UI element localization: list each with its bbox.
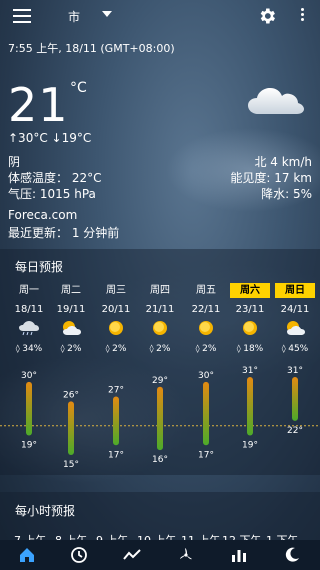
day-date: 20/11 — [101, 304, 131, 315]
day-date: 19/11 — [56, 304, 86, 315]
day-column[interactable]: 周三 20/11 ◊ 2% — [96, 283, 136, 354]
temp-range-bar — [68, 401, 74, 455]
partly-cloudy-icon — [284, 320, 306, 336]
high-temp-label: 29° — [152, 376, 168, 386]
top-bar: 市 — [0, 0, 320, 32]
low-temp-label: 15° — [63, 460, 79, 470]
precip-chance: ◊ 34% — [9, 344, 49, 354]
precip-value: 34% — [22, 344, 43, 354]
precip-value: 18% — [243, 344, 264, 354]
current-temperature: 21 — [8, 78, 69, 132]
day-date: 23/11 — [235, 304, 265, 315]
partly-cloudy-icon — [60, 320, 82, 336]
cloud-icon — [248, 88, 304, 114]
wind: 北 4 km/h — [254, 155, 312, 169]
high-temp-label: 31° — [242, 366, 258, 376]
low-temp-label: 16° — [152, 455, 168, 465]
precipitation: 降水: 5% — [261, 187, 312, 201]
clock-icon[interactable] — [69, 545, 89, 565]
bar-chart-icon[interactable] — [229, 545, 249, 565]
source-link[interactable]: Foreca.com — [8, 208, 77, 222]
daily-forecast-panel[interactable]: 每日预报 周一 18/11 ◊ 34% 周二 19/11 ◊ 2% 周三 20/11 ◊ 2% 周… — [0, 249, 320, 475]
high-temp-label: 31° — [287, 366, 303, 376]
last-updated: 最近更新： 1 分钟前 — [8, 226, 120, 240]
precip-value: 2% — [202, 344, 217, 354]
precip-chance: ◊ 2% — [140, 344, 180, 354]
sun-icon — [105, 320, 127, 336]
high-temp: ↑30°C — [8, 131, 48, 145]
rain-cloud-icon — [18, 320, 40, 336]
day-date: 24/11 — [280, 304, 310, 315]
precip-chance: ◊ 2% — [186, 344, 226, 354]
low-temp-label: 19° — [21, 441, 37, 451]
day-name: 周日 — [275, 283, 315, 298]
day-column[interactable]: 周日 24/11 ◊ 45% — [275, 283, 315, 354]
daily-forecast-title: 每日预报 — [15, 260, 64, 274]
sun-icon — [149, 320, 171, 336]
high-temp-label: 27° — [108, 386, 124, 396]
day-column[interactable]: 周六 23/11 ◊ 18% — [230, 283, 270, 354]
day-name: 周四 — [150, 285, 170, 296]
low-temp-label: 17° — [198, 450, 214, 460]
day-name: 周二 — [61, 285, 81, 296]
low-temp: ↓19°C — [51, 131, 92, 145]
precip-chance: ◊ 2% — [96, 344, 136, 354]
precip-chance: ◊ 18% — [230, 344, 270, 354]
more-vert-icon[interactable] — [299, 8, 305, 24]
pressure: 气压: 1015 hPa — [8, 187, 96, 201]
sun-icon — [239, 320, 261, 336]
day-name: 周三 — [106, 285, 126, 296]
day-column[interactable]: 周一 18/11 ◊ 34% — [9, 283, 49, 354]
hourly-forecast-title: 每小时预报 — [15, 504, 76, 518]
chevron-down-icon[interactable] — [102, 11, 112, 17]
high-temp-label: 26° — [63, 390, 79, 400]
bottom-nav — [0, 540, 320, 570]
menu-icon[interactable] — [13, 9, 31, 23]
home-icon[interactable] — [17, 545, 37, 565]
day-column[interactable]: 周五 22/11 ◊ 2% — [186, 283, 226, 354]
visibility: 能见度: 17 km — [230, 171, 312, 185]
day-date: 18/11 — [14, 304, 44, 315]
day-name: 周五 — [196, 285, 216, 296]
low-temp-label: 17° — [108, 450, 124, 460]
low-temp-label: 19° — [242, 441, 258, 451]
high-low: ↑30°C ↓19°C — [8, 131, 91, 145]
precip-chance: ◊ 45% — [275, 344, 315, 354]
temperature-unit: °C — [70, 80, 87, 96]
low-temp-label: 22° — [287, 426, 303, 436]
precip-chance: ◊ 2% — [51, 344, 91, 354]
day-column[interactable]: 周二 19/11 ◊ 2% — [51, 283, 91, 354]
day-column[interactable]: 周四 21/11 ◊ 2% — [140, 283, 180, 354]
day-date: 22/11 — [191, 304, 221, 315]
condition: 阴 — [8, 155, 21, 169]
high-temp-label: 30° — [21, 371, 37, 381]
precip-value: 2% — [156, 344, 171, 354]
day-name: 周六 — [230, 283, 270, 298]
sun-icon — [195, 320, 217, 336]
high-temp-label: 30° — [198, 371, 214, 381]
location-label[interactable]: 市 — [68, 8, 80, 25]
wind-icon[interactable] — [176, 545, 196, 565]
precip-value: 2% — [112, 344, 127, 354]
precip-value: 2% — [67, 344, 82, 354]
temp-range-bar — [203, 381, 209, 446]
temp-range-bar — [113, 396, 119, 446]
moon-icon[interactable] — [282, 545, 302, 565]
datetime: 7:55 上午, 18/11 (GMT+08:00) — [8, 42, 175, 55]
temp-range-bar — [247, 377, 253, 436]
temp-range-bar — [26, 381, 32, 436]
feels-like: 体感温度： 22°C — [8, 171, 102, 185]
temp-range-bar — [157, 386, 163, 451]
day-name: 周一 — [19, 285, 39, 296]
temperature-range-chart: 30° 19° 26° 15° 27° 17° 29° 16° 30° 17° 31° 19° 31° 2… — [0, 366, 320, 470]
precip-value: 45% — [288, 344, 309, 354]
gear-icon[interactable] — [257, 6, 277, 26]
trend-icon[interactable] — [122, 545, 142, 565]
temp-range-bar — [292, 377, 298, 421]
hourly-forecast-panel[interactable]: 每小时预报 7 上午8 上午9 上午10 上午11 上午12 下午1 下午 — [0, 492, 320, 547]
day-date: 21/11 — [145, 304, 175, 315]
